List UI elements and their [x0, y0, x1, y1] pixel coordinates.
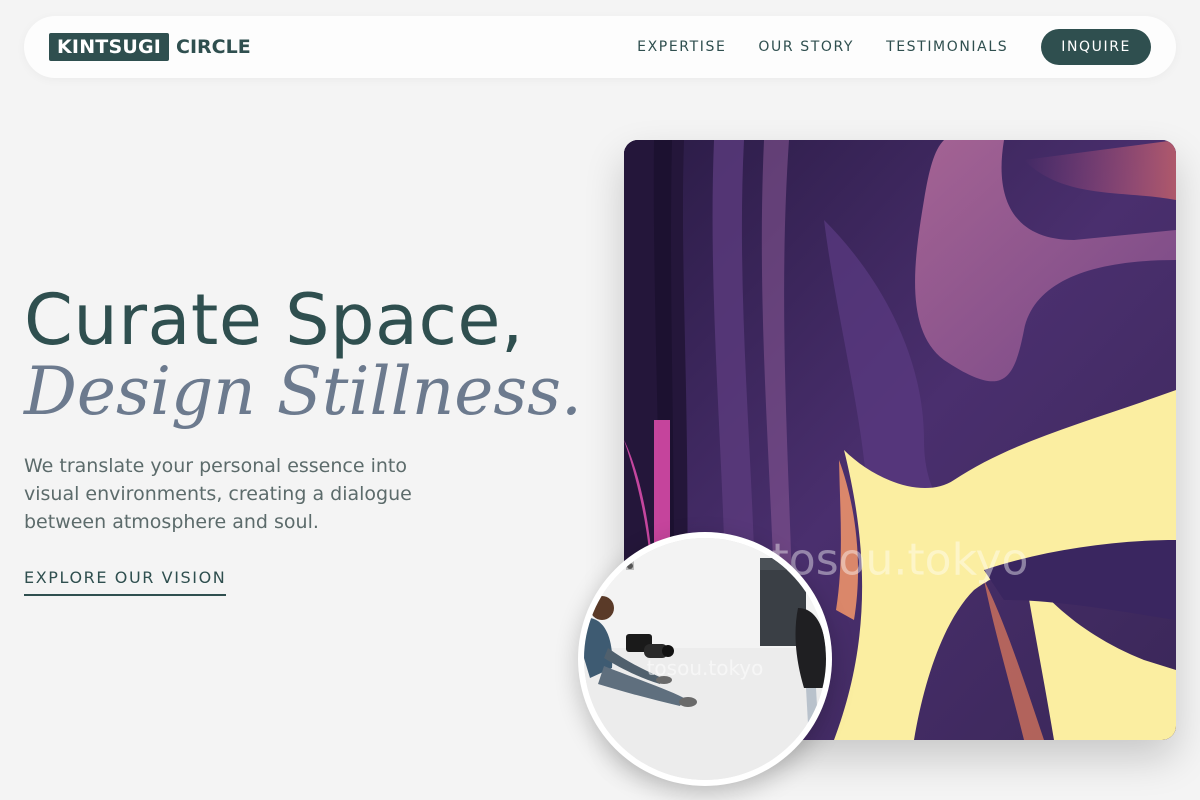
- explore-vision-link[interactable]: EXPLORE OUR VISION: [24, 568, 227, 596]
- nav-links: EXPERTISE OUR STORY TESTIMONIALS INQUIRE: [637, 29, 1151, 65]
- top-navbar: KINTSUGI CIRCLE EXPERTISE OUR STORY TEST…: [24, 16, 1176, 78]
- nav-link-our-story[interactable]: OUR STORY: [758, 39, 854, 55]
- nav-link-expertise[interactable]: EXPERTISE: [637, 39, 726, 55]
- logo-word-text: CIRCLE: [176, 36, 251, 58]
- hero-title: Curate Space,: [24, 279, 524, 361]
- nav-link-testimonials[interactable]: TESTIMONIALS: [886, 39, 1008, 55]
- inquire-button[interactable]: INQUIRE: [1041, 29, 1151, 65]
- hero-description: We translate your personal essence into …: [24, 455, 412, 533]
- photographer-photo-frame: tosou.tokyo: [578, 532, 832, 786]
- logo-box-text: KINTSUGI: [49, 33, 170, 61]
- brand-logo[interactable]: KINTSUGI CIRCLE: [49, 31, 251, 63]
- photographer-photo: tosou.tokyo: [584, 538, 826, 780]
- circle-image-watermark: tosou.tokyo: [646, 656, 764, 680]
- hero-subtitle: Design Stillness.: [24, 353, 583, 430]
